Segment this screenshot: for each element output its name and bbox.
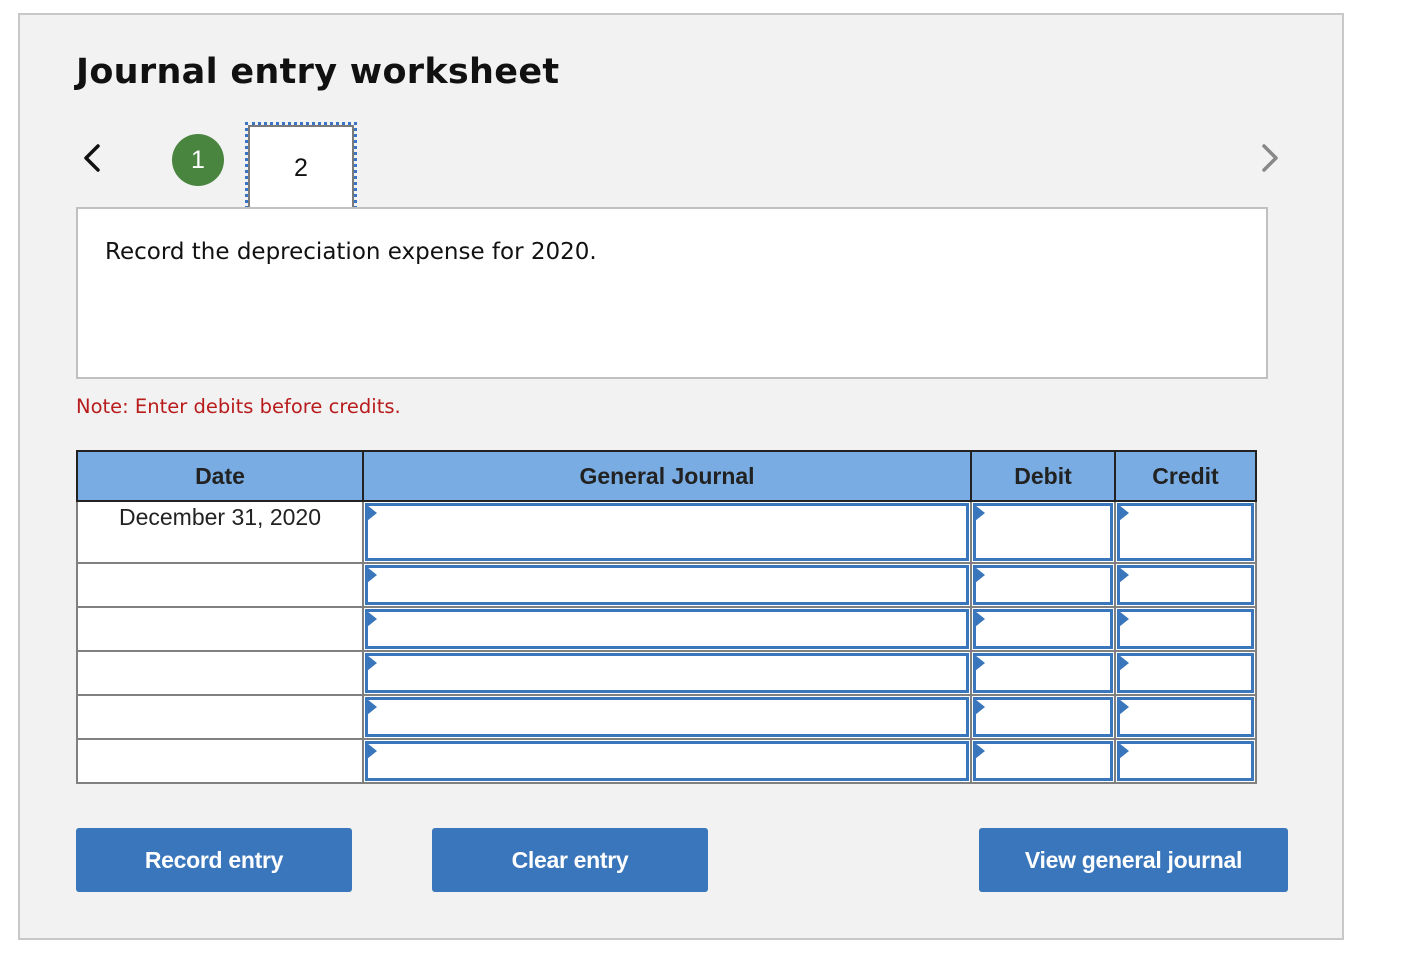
credit-input[interactable] xyxy=(1117,741,1254,781)
input-marker-icon xyxy=(1119,611,1129,627)
header-debit: Debit xyxy=(970,450,1116,502)
header-date: Date xyxy=(76,450,364,502)
input-marker-icon xyxy=(975,611,985,627)
input-marker-icon xyxy=(975,743,985,759)
debit-input[interactable] xyxy=(973,565,1113,605)
input-marker-icon xyxy=(975,699,985,715)
date-cell xyxy=(76,606,364,652)
debit-input[interactable] xyxy=(973,653,1113,693)
chevron-left-icon xyxy=(84,144,100,172)
date-cell xyxy=(76,694,364,740)
chevron-right-icon xyxy=(1262,144,1278,172)
account-input[interactable] xyxy=(365,503,969,561)
debit-input[interactable] xyxy=(973,609,1113,649)
input-marker-icon xyxy=(975,567,985,583)
note-text: Note: Enter debits before credits. xyxy=(76,395,401,418)
dropdown-marker-icon xyxy=(367,505,377,521)
date-cell xyxy=(76,650,364,696)
input-marker-icon xyxy=(1119,699,1129,715)
step-1-button[interactable]: 1 xyxy=(172,134,224,186)
account-input[interactable] xyxy=(365,697,969,737)
header-general-journal: General Journal xyxy=(362,450,972,502)
input-marker-icon xyxy=(1119,655,1129,671)
table-row: December 31, 2020 xyxy=(76,500,1257,564)
table-row xyxy=(76,606,1257,652)
question-box: Record the depreciation expense for 2020… xyxy=(76,207,1268,379)
debit-input[interactable] xyxy=(973,503,1113,561)
next-button[interactable] xyxy=(1252,138,1286,178)
journal-table: Date General Journal Debit Credit Decemb… xyxy=(76,450,1257,784)
account-input[interactable] xyxy=(365,653,969,693)
page-title: Journal entry worksheet xyxy=(76,52,560,92)
dropdown-marker-icon xyxy=(367,611,377,627)
account-input[interactable] xyxy=(365,609,969,649)
clear-entry-button[interactable]: Clear entry xyxy=(432,828,708,892)
dropdown-marker-icon xyxy=(367,699,377,715)
table-row xyxy=(76,738,1257,784)
account-input[interactable] xyxy=(365,565,969,605)
credit-input[interactable] xyxy=(1117,697,1254,737)
account-input[interactable] xyxy=(365,741,969,781)
table-row xyxy=(76,562,1257,608)
dropdown-marker-icon xyxy=(367,567,377,583)
dropdown-marker-icon xyxy=(367,743,377,759)
date-cell xyxy=(76,738,364,784)
dropdown-marker-icon xyxy=(367,655,377,671)
date-cell: December 31, 2020 xyxy=(76,500,364,564)
step-2-label: 2 xyxy=(294,154,308,182)
table-row xyxy=(76,694,1257,740)
debit-input[interactable] xyxy=(973,741,1113,781)
input-marker-icon xyxy=(1119,567,1129,583)
step-2-button[interactable]: 2 xyxy=(245,122,357,215)
view-general-journal-button[interactable]: View general journal xyxy=(979,828,1288,892)
table-row xyxy=(76,650,1257,696)
input-marker-icon xyxy=(975,505,985,521)
credit-input[interactable] xyxy=(1117,503,1254,561)
input-marker-icon xyxy=(975,655,985,671)
input-marker-icon xyxy=(1119,743,1129,759)
date-cell xyxy=(76,562,364,608)
question-text: Record the depreciation expense for 2020… xyxy=(105,239,597,265)
credit-input[interactable] xyxy=(1117,565,1254,605)
debit-input[interactable] xyxy=(973,697,1113,737)
credit-input[interactable] xyxy=(1117,653,1254,693)
record-entry-button[interactable]: Record entry xyxy=(76,828,352,892)
table-header-row: Date General Journal Debit Credit xyxy=(76,450,1257,502)
header-credit: Credit xyxy=(1114,450,1257,502)
input-marker-icon xyxy=(1119,505,1129,521)
credit-input[interactable] xyxy=(1117,609,1254,649)
previous-button[interactable] xyxy=(76,138,110,178)
step-1-label: 1 xyxy=(191,145,205,174)
